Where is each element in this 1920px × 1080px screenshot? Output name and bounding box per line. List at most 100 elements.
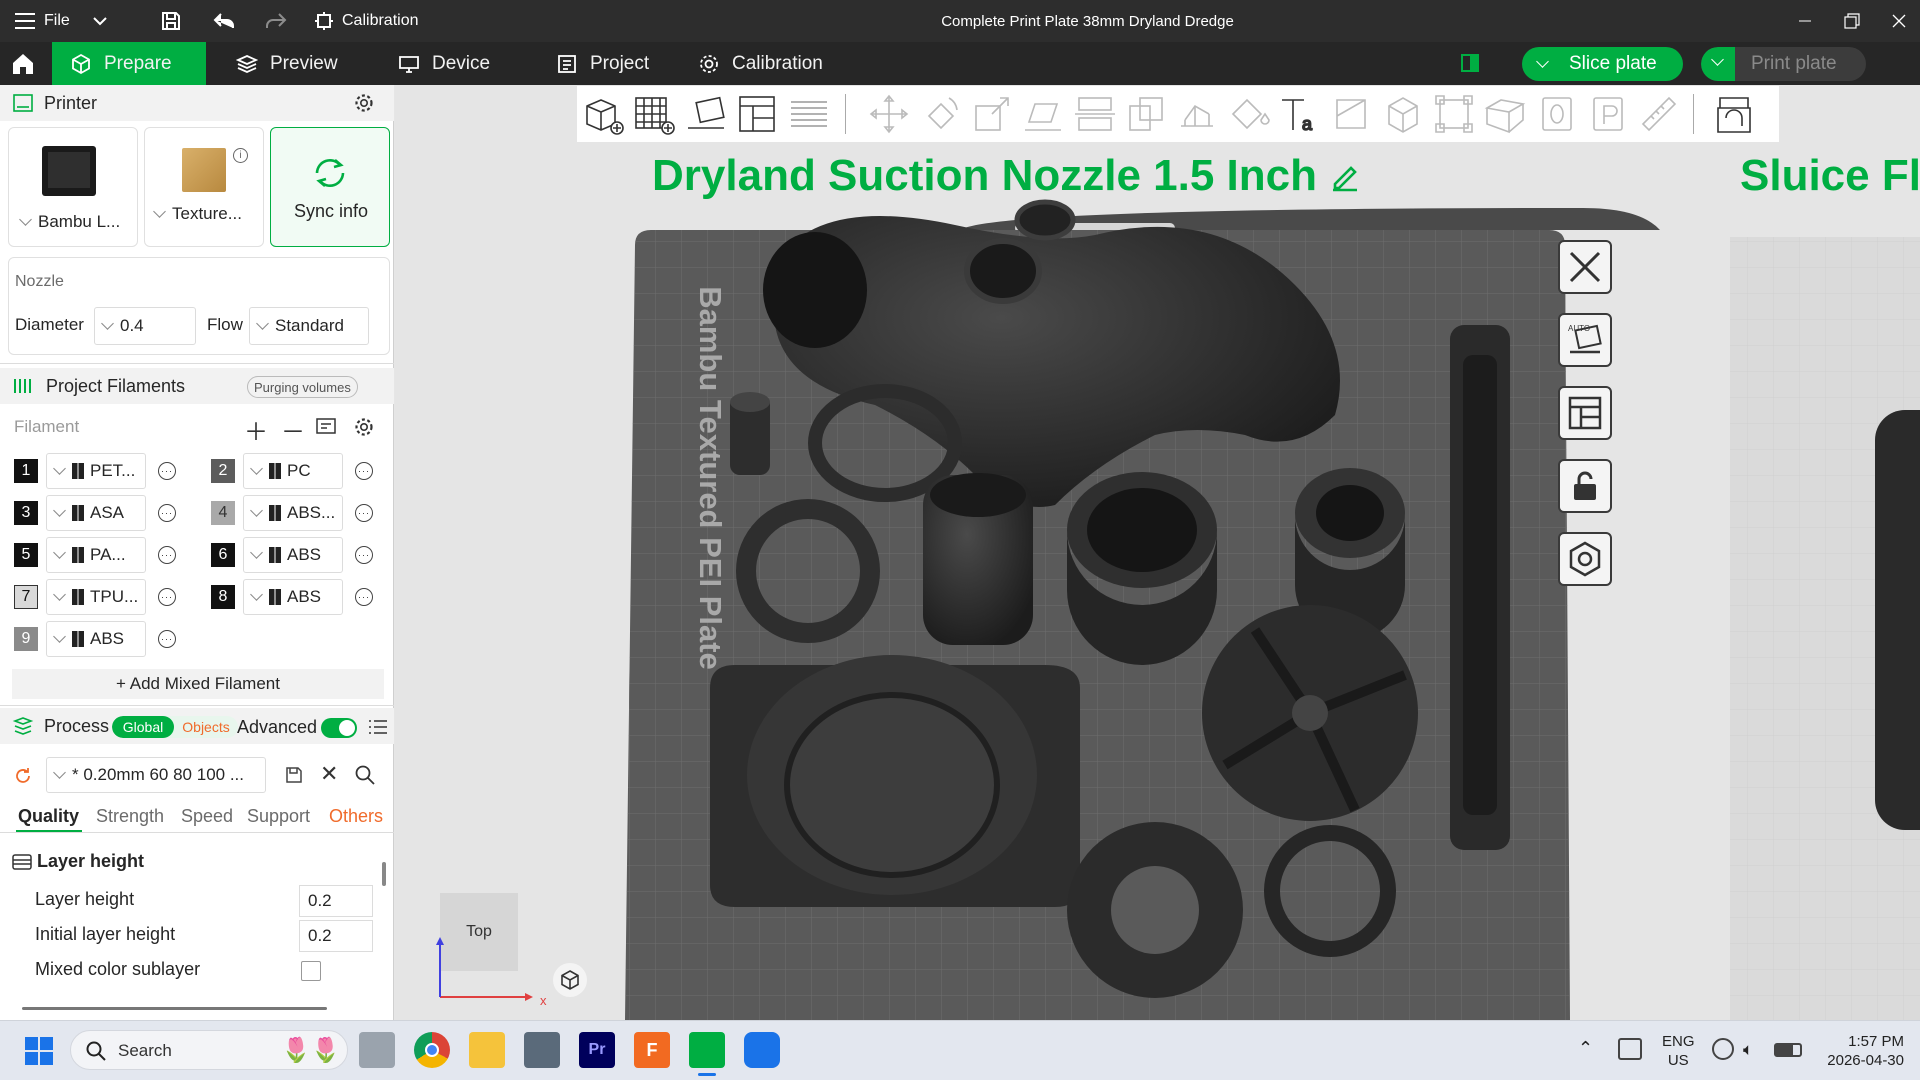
arrange-plate-button[interactable]: [1558, 386, 1612, 440]
horizontal-scrollbar[interactable]: [22, 1007, 327, 1010]
add-plate-button[interactable]: [632, 92, 676, 136]
fuzzy-skin-tool[interactable]: [1483, 92, 1527, 136]
filament-select-3[interactable]: ASA: [46, 495, 146, 531]
taskbar-search[interactable]: Search 🌷🌷: [70, 1030, 348, 1070]
filament-select-2[interactable]: PC: [243, 453, 343, 489]
process-preset-select[interactable]: * 0.20mm 60 80 100 ...: [46, 757, 266, 793]
network-icon[interactable]: [1618, 1038, 1642, 1060]
filament-options-icon[interactable]: ···: [355, 462, 373, 480]
purging-volumes-button[interactable]: Purging volumes: [247, 376, 358, 398]
start-button[interactable]: [24, 1036, 54, 1071]
sync-info-button[interactable]: Sync info: [270, 127, 390, 247]
process-list-button[interactable]: [368, 718, 388, 741]
filament-number-6[interactable]: 6: [211, 543, 235, 567]
filament-select-9[interactable]: ABS: [46, 621, 146, 657]
auto-orient-plate-button[interactable]: AUTO: [1558, 313, 1612, 367]
filament-number-2[interactable]: 2: [211, 459, 235, 483]
advanced-toggle[interactable]: [321, 718, 357, 738]
slice-plate-button[interactable]: Slice plate: [1522, 47, 1683, 81]
filament-number-1[interactable]: 1: [14, 459, 38, 483]
boolean-tool[interactable]: [1124, 92, 1168, 136]
printer-select-card[interactable]: Bambu L...: [8, 127, 138, 247]
info-icon[interactable]: i: [233, 148, 248, 163]
add-filament-button[interactable]: ＋: [244, 412, 268, 447]
plate-select-card[interactable]: i Texture...: [144, 127, 264, 247]
arrange-button[interactable]: [735, 92, 779, 136]
printer-settings-button[interactable]: [353, 92, 375, 119]
diameter-select[interactable]: 0.4: [94, 307, 196, 345]
tab-preview[interactable]: Preview: [218, 42, 356, 85]
reset-view-button[interactable]: [553, 963, 587, 997]
text-tool[interactable]: a: [1278, 92, 1322, 136]
restore-button[interactable]: [1843, 0, 1861, 42]
param-input[interactable]: 0.2: [299, 885, 373, 917]
multi-device-button[interactable]: [1459, 52, 1481, 74]
volume-icon[interactable]: 🔈︎: [1743, 1040, 1753, 1060]
print-plate-button[interactable]: Print plate: [1701, 47, 1866, 81]
filament-sync-button[interactable]: [315, 416, 339, 443]
support-paint-tool[interactable]: [1175, 92, 1219, 136]
filament-select-8[interactable]: ABS: [243, 579, 343, 615]
fusion-icon[interactable]: F: [634, 1032, 670, 1068]
tab-device[interactable]: Device: [380, 42, 508, 85]
param-input[interactable]: 0.2: [299, 920, 373, 952]
seam-tool[interactable]: [1535, 92, 1579, 136]
battery-icon[interactable]: [1774, 1043, 1802, 1057]
process-scope-toggle[interactable]: Global Objects: [112, 716, 238, 738]
tab-project[interactable]: Project: [538, 42, 667, 85]
save-preset-button[interactable]: [284, 765, 304, 790]
lay-on-face-tool[interactable]: [1021, 92, 1065, 136]
filament-number-4[interactable]: 4: [211, 501, 235, 525]
filament-options-icon[interactable]: ···: [158, 546, 176, 564]
minimize-button[interactable]: [1797, 0, 1813, 42]
cut-tool[interactable]: [1073, 92, 1117, 136]
home-button[interactable]: [0, 42, 44, 85]
search-preset-button[interactable]: [354, 764, 376, 791]
chrome-icon[interactable]: [414, 1032, 450, 1068]
filament-select-1[interactable]: PET...: [46, 453, 146, 489]
move-tool[interactable]: [867, 92, 911, 136]
filament-select-4[interactable]: ABS...: [243, 495, 343, 531]
filament-number-5[interactable]: 5: [14, 543, 38, 567]
lock-plate-button[interactable]: [1558, 459, 1612, 513]
auto-orient-button[interactable]: [684, 92, 728, 136]
show-hidden-icons-button[interactable]: ⌃: [1578, 1038, 1593, 1059]
premiere-icon[interactable]: Pr: [579, 1032, 615, 1068]
3d-viewport[interactable]: Bambu Textured PEI Plate Dryland Suction…: [395, 85, 1920, 1020]
split-button[interactable]: [787, 92, 831, 136]
next-plate-title[interactable]: Sluice Fl: [1740, 151, 1920, 201]
task-view-icon[interactable]: [359, 1032, 395, 1068]
filament-options-icon[interactable]: ···: [158, 462, 176, 480]
filament-options-icon[interactable]: ···: [355, 546, 373, 564]
tab-support[interactable]: Support: [247, 806, 310, 827]
add-mixed-filament-button[interactable]: + Add Mixed Filament: [12, 669, 384, 699]
assembly-tool[interactable]: [1432, 92, 1476, 136]
file-explorer-icon[interactable]: [469, 1032, 505, 1068]
filament-options-icon[interactable]: ···: [158, 630, 176, 648]
filament-options-icon[interactable]: ···: [355, 504, 373, 522]
filament-options-icon[interactable]: ···: [158, 504, 176, 522]
outlook-icon[interactable]: [744, 1032, 780, 1068]
tab-others[interactable]: Others: [329, 806, 383, 827]
pencil-icon[interactable]: [1329, 160, 1361, 192]
filament-number-9[interactable]: 9: [14, 627, 38, 651]
tab-quality[interactable]: Quality: [18, 806, 79, 827]
filament-number-7[interactable]: 7: [14, 585, 38, 609]
filament-number-8[interactable]: 8: [211, 585, 235, 609]
calculator-icon[interactable]: [524, 1032, 560, 1068]
ruler-tool[interactable]: [1637, 92, 1681, 136]
scale-tool[interactable]: [970, 92, 1014, 136]
tab-prepare[interactable]: Prepare: [52, 42, 206, 85]
close-preset-button[interactable]: ✕: [320, 761, 338, 787]
emboss-tool[interactable]: [1586, 92, 1630, 136]
close-button[interactable]: [1892, 0, 1906, 42]
mixed-color-sublayer-checkbox[interactable]: [301, 961, 321, 981]
filament-select-6[interactable]: ABS: [243, 537, 343, 573]
tab-calibration[interactable]: Calibration: [680, 42, 841, 85]
rotate-tool[interactable]: [919, 92, 963, 136]
clock[interactable]: 1:57 PM 2026-04-30: [1808, 1032, 1904, 1070]
measure-tool[interactable]: [1381, 92, 1425, 136]
svg-tool[interactable]: [1329, 92, 1373, 136]
filament-number-3[interactable]: 3: [14, 501, 38, 525]
reset-process-button[interactable]: [13, 766, 33, 791]
